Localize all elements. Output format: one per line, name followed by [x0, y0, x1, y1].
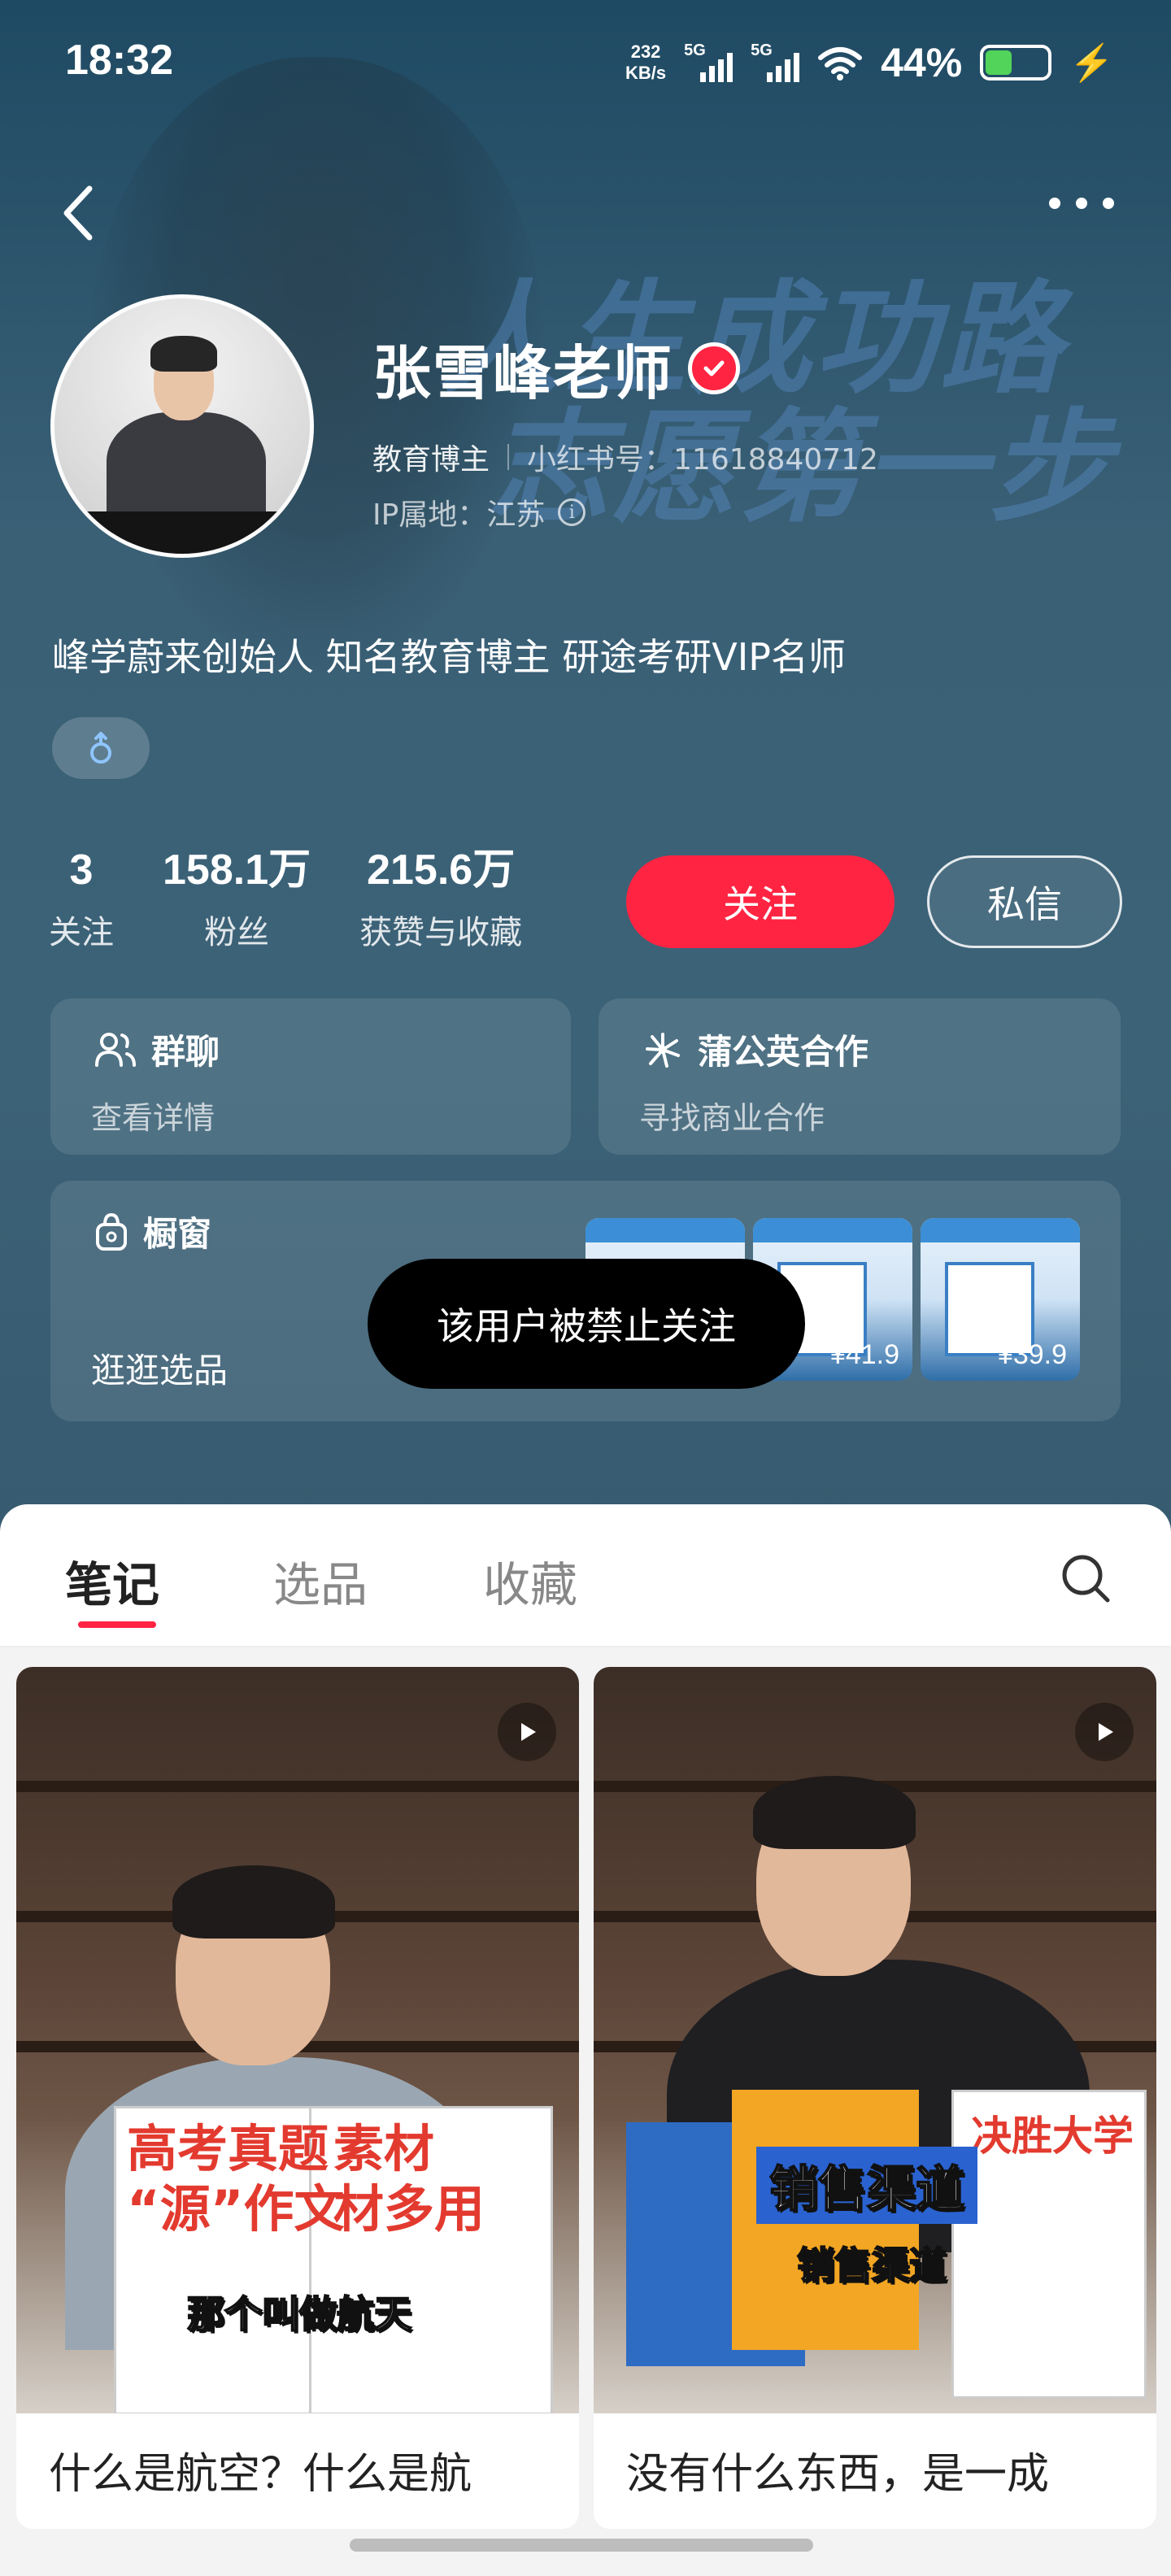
dandelion-title-row: 蒲公英合作 [642, 1025, 868, 1074]
profile-name-row: 张雪峰老师 [372, 325, 741, 411]
dandelion-card[interactable]: 蒲公英合作 寻找商业合作 [599, 999, 1121, 1155]
stat-label: 获赞与收藏 [359, 914, 523, 951]
group-chat-title: 群聊 [151, 1032, 220, 1072]
network-speed-unit: KB/s [625, 63, 667, 83]
stat-value: 3 [69, 846, 94, 894]
ip-location: IP属地：江苏 i [372, 491, 586, 533]
male-icon [52, 717, 150, 779]
group-users-icon [95, 1032, 136, 1067]
cover-caption: 那个叫做航天 [186, 2291, 412, 2337]
note-cover: 高考真题 “源”作文 素材 材多用 那个叫做航天 [16, 1667, 579, 2413]
cover-caption: 销售渠道 [796, 2243, 947, 2288]
note-cover: 决胜大学 销售渠道 销售渠道 [594, 1667, 1156, 2413]
stat-likes-collects[interactable]: 215.6万 获赞与收藏 [359, 846, 522, 953]
play-icon [1075, 1703, 1134, 1761]
profile-tag: 教育博主 [372, 443, 490, 476]
product-price: ¥39.9 [997, 1339, 1067, 1370]
battery-percent: 44% [881, 40, 963, 85]
ip-location-text: IP属地：江苏 [372, 498, 546, 532]
product-thumb[interactable]: ¥39.9 [921, 1218, 1080, 1381]
cover-book-title: 高考真题 [127, 2119, 329, 2178]
active-tab-indicator [78, 1621, 156, 1628]
signal-icon: 5G [684, 41, 734, 84]
content-sheet: 笔记 选品 收藏 高考真题 “源”作文 素材 材多用 那个叫做航天 什么是航空？… [0, 1504, 1171, 2576]
profile-meta: 教育博主 小红书号：11618840712 [372, 436, 878, 478]
dandelion-title: 蒲公英合作 [698, 1032, 869, 1072]
cover-book-title: 素材 [333, 2119, 435, 2178]
note-card[interactable]: 决胜大学 销售渠道 销售渠道 没有什么东西，是一成 [594, 1667, 1156, 2529]
message-button[interactable]: 私信 [927, 855, 1122, 948]
shopping-bag-icon [96, 1212, 127, 1251]
cover-book-title: “源”作文 [127, 2179, 345, 2239]
content-tabs: 笔记 选品 收藏 [0, 1504, 1171, 1647]
notes-feed: 高考真题 “源”作文 素材 材多用 那个叫做航天 什么是航空？什么是航 决胜大学… [0, 1647, 1171, 2576]
stat-following[interactable]: 3 关注 [49, 846, 114, 953]
status-time: 18:32 [65, 37, 173, 84]
tab-notes[interactable]: 笔记 [65, 1547, 159, 1615]
charging-icon: ⚡ [1069, 43, 1114, 83]
profile-name: 张雪峰老师 [372, 339, 674, 407]
info-icon[interactable]: i [558, 498, 586, 526]
status-bar: 18:32 232 KB/s 5G 5G 44% ⚡ [0, 0, 1171, 122]
divider [507, 444, 510, 470]
chevron-left-icon[interactable] [54, 181, 102, 246]
network-speed-value: 232 [630, 41, 661, 62]
dandelion-icon [646, 1032, 680, 1068]
cover-book-title: 决胜大学 [971, 2113, 1134, 2160]
stat-followers[interactable]: 158.1万 粉丝 [163, 846, 311, 953]
red-id[interactable]: 小红书号：11618840712 [527, 436, 878, 478]
note-title: 什么是航空？什么是航 [49, 2450, 472, 2499]
search-icon[interactable] [1057, 1550, 1114, 1607]
tab-collections[interactable]: 收藏 [483, 1547, 577, 1615]
profile-stats: 3 关注 158.1万 粉丝 215.6万 获赞与收藏 [49, 846, 522, 953]
cover-book-title: 材多用 [333, 2179, 485, 2239]
more-dots-icon[interactable] [1049, 187, 1114, 220]
product-price: ¥41.9 [829, 1339, 899, 1370]
network-speed: 232 KB/s [625, 41, 666, 84]
stat-label: 关注 [49, 914, 114, 951]
battery-icon [980, 45, 1052, 80]
signal-icon: 5G [751, 41, 800, 84]
stat-label: 粉丝 [204, 914, 270, 951]
profile-bio: 峰学蔚来创始人 知名教育博主 研途考研VIP名师 [52, 635, 847, 679]
note-card[interactable]: 高考真题 “源”作文 素材 材多用 那个叫做航天 什么是航空？什么是航 [16, 1667, 579, 2529]
shop-window-subtitle: 逛逛选品 [91, 1351, 229, 1390]
status-icons: 232 KB/s 5G 5G 44% ⚡ [625, 39, 1114, 86]
play-icon [498, 1703, 556, 1761]
shop-window-title-row: 橱窗 [94, 1207, 211, 1256]
stat-value: 215.6万 [367, 846, 516, 894]
avatar[interactable] [50, 294, 314, 558]
group-chat-card[interactable]: 群聊 查看详情 [50, 999, 571, 1155]
follow-button[interactable]: 关注 [626, 855, 895, 948]
dandelion-subtitle: 寻找商业合作 [639, 1100, 825, 1136]
home-indicator[interactable] [350, 2539, 813, 2552]
verified-check-icon[interactable] [688, 342, 741, 394]
note-title: 没有什么东西，是一成 [626, 2450, 1050, 2499]
stat-value: 158.1万 [163, 846, 311, 894]
group-chat-title-row: 群聊 [94, 1025, 220, 1074]
tab-products[interactable]: 选品 [273, 1547, 368, 1615]
cover-caption: 销售渠道 [756, 2147, 977, 2224]
toast-message: 该用户被禁止关注 [368, 1259, 805, 1389]
group-chat-subtitle: 查看详情 [91, 1100, 215, 1136]
shop-window-title: 橱窗 [143, 1214, 212, 1254]
wifi-icon [818, 47, 863, 80]
